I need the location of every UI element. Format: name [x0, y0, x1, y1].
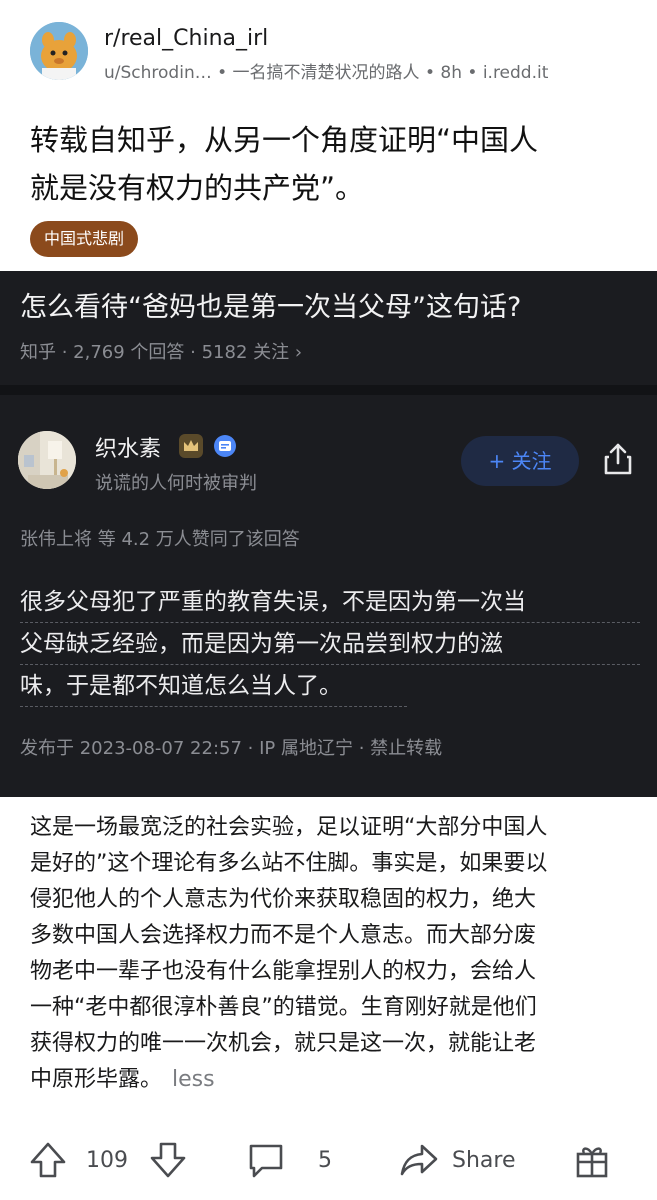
- post-header: r/real_China_irl u/Schrodin… • 一名搞不清楚状况的…: [0, 0, 657, 110]
- upvote-icon: [30, 1142, 66, 1178]
- share-button[interactable]: Share: [398, 1130, 516, 1190]
- body-line-text: 中原形毕露。: [30, 1067, 163, 1092]
- author-avatar-icon: [18, 431, 76, 489]
- comments-button[interactable]: [246, 1130, 286, 1190]
- post-flair[interactable]: 中国式悲剧: [30, 221, 139, 257]
- body-line: 获得权力的唯一一次机会，就只是这一次，就能让老: [30, 1031, 537, 1056]
- subreddit-avatar-icon: [30, 22, 88, 80]
- follow-button[interactable]: + 关注: [461, 436, 579, 486]
- author-bio: 说谎的人何时被审判: [95, 473, 257, 494]
- body-line: 一种“老中都很淳朴善良”的错觉。生育刚好就是他们: [30, 995, 537, 1020]
- body-line: 是好的”这个理论有多么站不住脚。事实是，如果要以: [30, 851, 548, 876]
- post-meta: u/Schrodin… • 一名搞不清楚状况的路人 • 8h • i.redd.…: [104, 63, 549, 83]
- embedded-image[interactable]: 怎么看待“爸妈也是第一次当父母”这句话? 知乎 · 2,769 个回答 · 51…: [0, 271, 657, 797]
- publish-info: 发布于 2023-08-07 22:57 · IP 属地辽宁 · 禁止转载: [20, 738, 443, 759]
- post-title: 转载自知乎，从另一个角度证明“中国人 就是没有权力的共产党”。: [30, 116, 630, 212]
- award-button[interactable]: [572, 1130, 612, 1190]
- answer-text: 很多父母犯了严重的教育失误，不是因为第一次当 父母缺乏经验，而是因为第一次品尝到…: [20, 581, 640, 707]
- likes-count: 张伟上将 等 4.2 万人赞同了该回答: [20, 529, 300, 550]
- action-bar: 109 5 Share: [0, 1130, 657, 1190]
- subreddit-name[interactable]: r/real_China_irl: [104, 26, 268, 51]
- less-link[interactable]: less: [172, 1067, 215, 1092]
- vote-count: 109: [86, 1147, 128, 1173]
- crown-badge-icon: [179, 434, 203, 458]
- post-title-line: 转载自知乎，从另一个角度证明“中国人: [30, 123, 539, 157]
- divider: [0, 385, 657, 395]
- body-line: 多数中国人会选择权力而不是个人意志。而大部分废: [30, 923, 537, 948]
- award-icon: [576, 1147, 608, 1178]
- downvote-icon: [150, 1142, 186, 1178]
- verified-icon: [214, 435, 236, 457]
- share-arrow-icon: [400, 1144, 438, 1176]
- post-body: 这是一场最宽泛的社会实验，足以证明“大部分中国人 是好的”这个理论有多么站不住脚…: [30, 810, 630, 1098]
- answer-line: 父母缺乏经验，而是因为第一次品尝到权力的滋: [20, 623, 640, 665]
- post-title-line: 就是没有权力的共产党”。: [30, 171, 365, 205]
- body-line-last: 中原形毕露。 less: [30, 1062, 630, 1098]
- question-title: 怎么看待“爸妈也是第一次当父母”这句话?: [20, 292, 522, 323]
- downvote-button[interactable]: [148, 1130, 188, 1190]
- share-icon[interactable]: [600, 441, 636, 477]
- author-avatar: [18, 431, 76, 489]
- answer-line: 味，于是都不知道怎么当人了。: [20, 665, 407, 707]
- comment-icon: [249, 1144, 283, 1178]
- question-stats: 知乎 · 2,769 个回答 · 5182 关注 ›: [20, 342, 303, 363]
- body-line: 这是一场最宽泛的社会实验，足以证明“大部分中国人: [30, 815, 548, 840]
- author-name: 织水素: [95, 437, 162, 462]
- upvote-button[interactable]: [28, 1130, 68, 1190]
- subreddit-avatar[interactable]: [30, 22, 88, 80]
- share-label: Share: [452, 1147, 516, 1173]
- body-line: 物老中一辈子也没有什么能拿捏别人的权力，会给人: [30, 959, 537, 984]
- answer-line: 很多父母犯了严重的教育失误，不是因为第一次当: [20, 581, 640, 623]
- comment-count: 5: [318, 1147, 332, 1173]
- body-line: 侵犯他人的个人意志为代价来获取稳固的权力，绝大: [30, 887, 537, 912]
